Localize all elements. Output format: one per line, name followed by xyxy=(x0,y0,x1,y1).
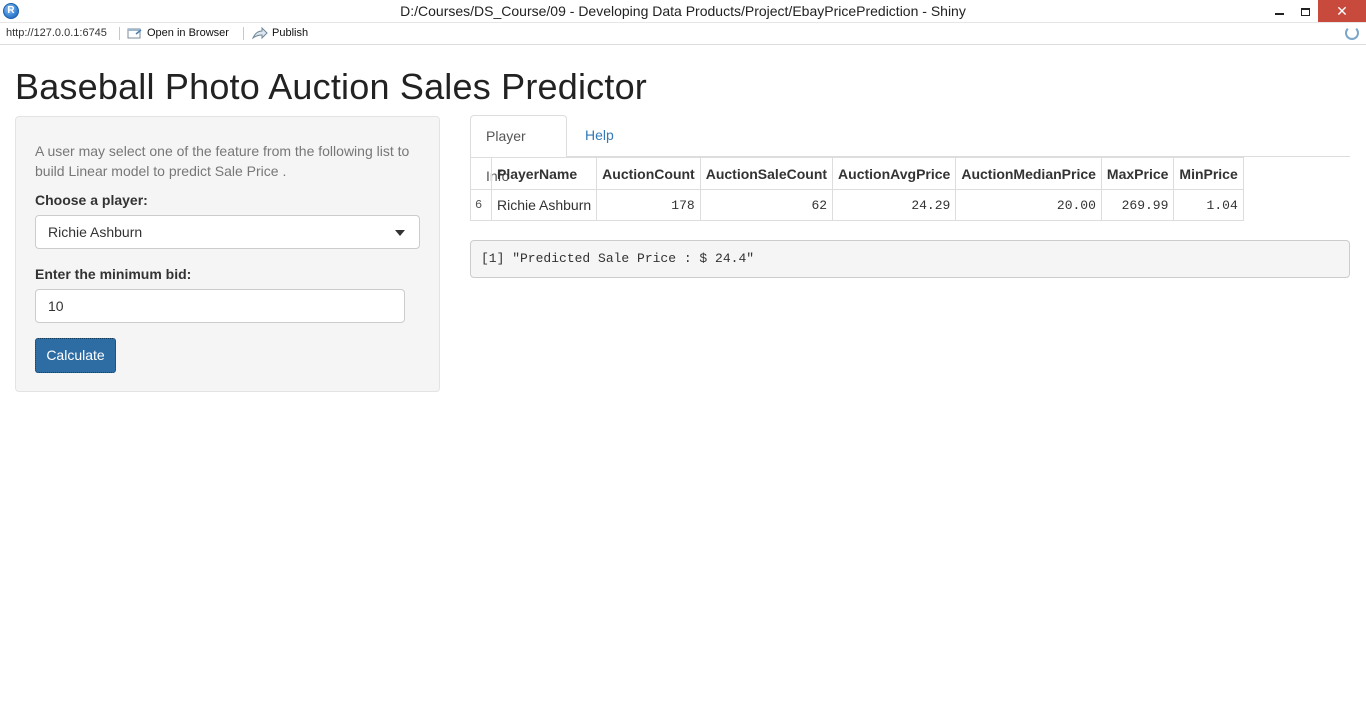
table-header-row: PlayerName AuctionCount AuctionSaleCount… xyxy=(470,157,1244,190)
sidebar-intro-text: A user may select one of the feature fro… xyxy=(35,143,410,179)
minprice-cell: 1.04 xyxy=(1173,189,1244,221)
auctionmedianprice-cell: 20.00 xyxy=(955,189,1102,221)
maxprice-cell: 269.99 xyxy=(1100,189,1175,221)
tab-help[interactable]: Help xyxy=(570,115,629,157)
viewer-toolbar: http://127.0.0.1:6745 Open in Browser Pu… xyxy=(0,23,1366,45)
refresh-icon[interactable] xyxy=(1345,26,1359,40)
prediction-output: [1] "Predicted Sale Price : $ 24.4" xyxy=(470,240,1350,278)
publish-button[interactable]: Publish xyxy=(272,27,308,39)
player-info-table: PlayerName AuctionCount AuctionSaleCount… xyxy=(470,157,1244,221)
maximize-button[interactable] xyxy=(1292,0,1318,22)
column-header-auctionsalecount: AuctionSaleCount xyxy=(699,157,834,190)
player-selected-value: Richie Ashburn xyxy=(48,224,143,240)
player-label: Choose a player: xyxy=(35,192,148,208)
open-in-browser-button[interactable]: Open in Browser xyxy=(147,27,229,39)
close-button[interactable]: ✕ xyxy=(1318,0,1366,22)
open-in-browser-icon xyxy=(127,27,143,43)
column-header-auctioncount: AuctionCount xyxy=(596,157,701,190)
url-label: http://127.0.0.1:6745 xyxy=(6,27,107,39)
window-titlebar: R D:/Courses/DS_Course/09 - Developing D… xyxy=(0,0,1366,23)
column-header-index xyxy=(470,157,492,190)
min-bid-label: Enter the minimum bid: xyxy=(35,266,192,282)
tabset: Player Info Help xyxy=(470,115,1350,184)
column-header-playername: PlayerName xyxy=(490,157,598,190)
sidebar-panel: A user may select one of the feature fro… xyxy=(15,116,440,392)
column-header-minprice: MinPrice xyxy=(1173,157,1244,190)
toolbar-divider xyxy=(243,27,244,40)
window-title: D:/Courses/DS_Course/09 - Developing Dat… xyxy=(400,3,966,19)
column-header-auctionmedianprice: AuctionMedianPrice xyxy=(955,157,1102,190)
auctionsalecount-cell: 62 xyxy=(699,189,834,221)
toolbar-divider xyxy=(119,27,120,40)
auctionavgprice-cell: 24.29 xyxy=(832,189,957,221)
auctioncount-cell: 178 xyxy=(596,189,701,221)
player-select[interactable]: Richie Ashburn xyxy=(35,215,420,249)
tab-player-info[interactable]: Player Info xyxy=(470,115,567,184)
close-icon: ✕ xyxy=(1336,3,1348,19)
page-title: Baseball Photo Auction Sales Predictor xyxy=(15,66,647,107)
maximize-icon xyxy=(1300,7,1310,16)
table-row: 6 Richie Ashburn 178 62 24.29 20.00 269.… xyxy=(470,189,1244,221)
playername-cell: Richie Ashburn xyxy=(490,189,598,221)
minimize-icon xyxy=(1274,12,1284,15)
publish-icon xyxy=(251,26,268,43)
calculate-button[interactable]: Calculate xyxy=(35,338,116,373)
column-header-maxprice: MaxPrice xyxy=(1100,157,1175,190)
dropdown-caret-icon xyxy=(395,230,405,236)
min-bid-input[interactable] xyxy=(35,289,405,323)
row-index-cell: 6 xyxy=(470,189,492,221)
column-header-auctionavgprice: AuctionAvgPrice xyxy=(832,157,957,190)
minimize-button[interactable] xyxy=(1266,0,1292,22)
